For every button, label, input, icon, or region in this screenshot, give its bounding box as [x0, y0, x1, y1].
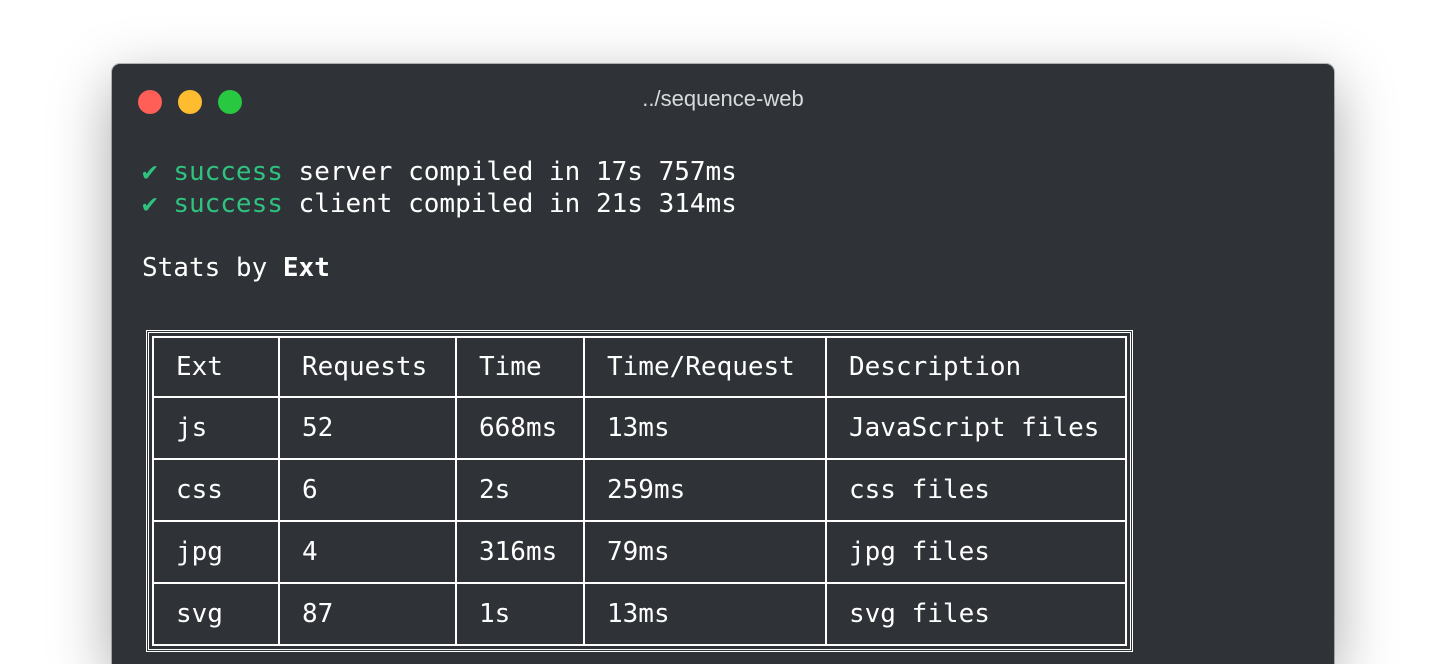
table-cell: svg files [825, 582, 1127, 646]
status-success: success [173, 189, 283, 219]
table-cell: css [152, 458, 280, 522]
log-message: server compiled in 17s 757ms [282, 157, 737, 187]
status-success: success [173, 157, 283, 187]
table-cell: JavaScript files [825, 396, 1127, 460]
table-row: svg 87 1s 13ms svg files [152, 582, 1127, 646]
table-cell: 87 [278, 582, 457, 646]
table-row: js 52 668ms 13ms JavaScript files [152, 396, 1127, 460]
column-header-ext: Ext [152, 336, 280, 398]
table-cell: css files [825, 458, 1127, 522]
table-cell: svg [152, 582, 280, 646]
terminal-window: ../sequence-web ✔ success server compile… [112, 64, 1334, 664]
log-message: client compiled in 21s 314ms [282, 189, 737, 219]
table-cell: 52 [278, 396, 457, 460]
table-cell: jpg [152, 520, 280, 584]
terminal-output: ✔ success server compiled in 17s 757ms ✔ … [142, 156, 737, 284]
table-cell: 13ms [583, 582, 827, 646]
column-header-description: Description [825, 336, 1127, 398]
table-cell: js [152, 396, 280, 460]
table-cell: jpg files [825, 520, 1127, 584]
table-row: jpg 4 316ms 79ms jpg files [152, 520, 1127, 584]
stats-heading-key: Ext [282, 253, 330, 283]
log-line: ✔ success server compiled in 17s 757ms [142, 156, 737, 188]
table-cell: 259ms [583, 458, 827, 522]
table-row: css 6 2s 259ms css files [152, 458, 1127, 522]
table-cell: 13ms [583, 396, 827, 460]
table-cell: 4 [278, 520, 457, 584]
table-cell: 2s [455, 458, 585, 522]
window-title: ../sequence-web [642, 86, 804, 111]
stats-heading-prefix: Stats by [142, 253, 283, 283]
log-line: ✔ success client compiled in 21s 314ms [142, 188, 737, 220]
column-header-time-per-request: Time/Request [583, 336, 827, 398]
checkmark-icon: ✔ [142, 157, 158, 187]
column-header-requests: Requests [278, 336, 457, 398]
stats-table: Ext Requests Time Time/Request Descripti… [152, 336, 1127, 646]
stats-table-frame: Ext Requests Time Time/Request Descripti… [146, 330, 1133, 652]
table-header-row: Ext Requests Time Time/Request Descripti… [152, 336, 1127, 398]
table-cell: 79ms [583, 520, 827, 584]
stats-heading: Stats by Ext [142, 252, 737, 284]
table-cell: 6 [278, 458, 457, 522]
column-header-time: Time [455, 336, 585, 398]
checkmark-icon: ✔ [142, 189, 158, 219]
title-bar: ../sequence-web [112, 64, 1334, 138]
table-cell: 1s [455, 582, 585, 646]
table-cell: 668ms [455, 396, 585, 460]
table-cell: 316ms [455, 520, 585, 584]
